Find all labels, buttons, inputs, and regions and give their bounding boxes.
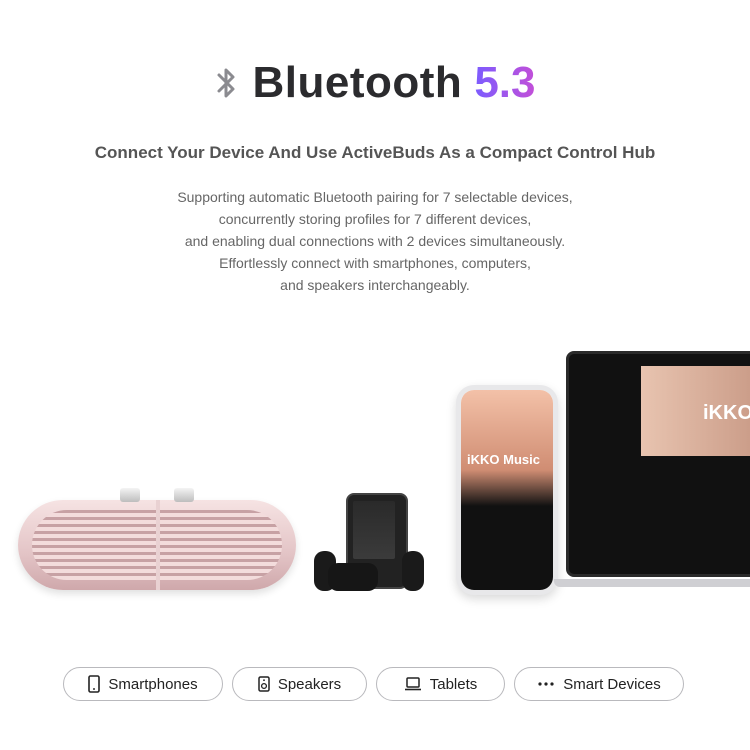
more-dots-icon [537, 681, 555, 687]
laptop-app-label: iKKO [703, 402, 750, 424]
device-category-list: Smartphones Speakers Tablets Smart Devic… [63, 667, 687, 701]
category-smartphones[interactable]: Smartphones [63, 667, 223, 701]
description: Supporting automatic Bluetooth pairing f… [0, 186, 750, 296]
category-label: Smartphones [108, 675, 198, 693]
phone-app-label: iKKO Music [467, 452, 540, 467]
speaker-device [18, 488, 296, 590]
laptop-icon [404, 677, 422, 691]
subtitle: Connect Your Device And Use ActiveBuds A… [94, 143, 656, 162]
hero-title: Bluetooth 5.3 [0, 58, 750, 108]
category-speakers[interactable]: Speakers [232, 667, 367, 701]
smartphone-device: iKKO Music [456, 385, 558, 595]
title-version: 5.3 [474, 58, 536, 107]
description-line: and enabling dual connections with 2 dev… [184, 233, 566, 249]
category-label: Tablets [429, 675, 478, 693]
smartphone-icon [88, 675, 101, 693]
player-screen [353, 501, 395, 559]
speaker-divider [156, 500, 160, 590]
speaker-knob [174, 488, 194, 502]
description-line: Effortlessly connect with smartphones, c… [219, 255, 531, 271]
laptop-screen: iKKO [566, 351, 750, 577]
speaker-icon [258, 676, 270, 692]
category-smart-devices[interactable]: Smart Devices [514, 667, 684, 701]
bluetooth-icon [215, 65, 239, 101]
phone-screen [461, 390, 553, 590]
laptop-base [554, 579, 750, 587]
description-line: Supporting automatic Bluetooth pairing f… [177, 189, 573, 205]
description-line: and speakers interchangeably. [280, 277, 470, 293]
category-tablets[interactable]: Tablets [376, 667, 505, 701]
category-label: Smart Devices [563, 675, 661, 693]
category-label: Speakers [277, 675, 342, 693]
speaker-knob [120, 488, 140, 502]
title-main: Bluetooth [252, 58, 463, 107]
description-line: concurrently storing profiles for 7 diff… [218, 211, 532, 227]
devices-illustration: iKKO Music iKKO [0, 345, 750, 605]
laptop-device: iKKO [554, 351, 750, 587]
earbud-right [402, 551, 424, 591]
earbud-case [328, 563, 378, 591]
